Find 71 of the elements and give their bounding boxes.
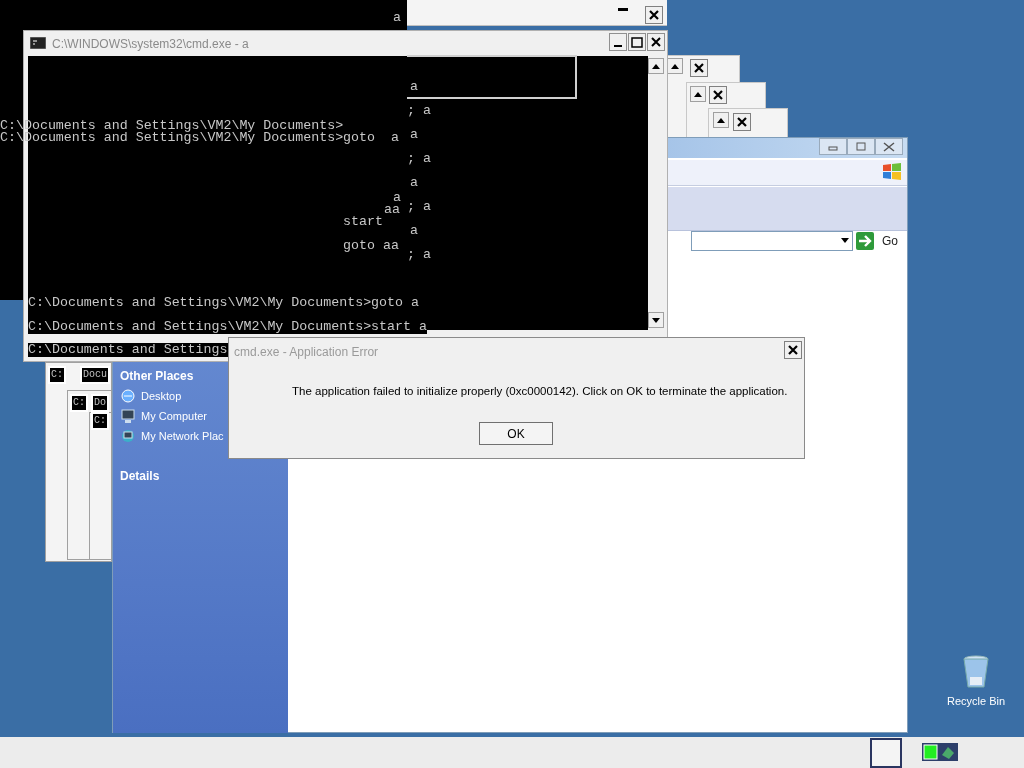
maximize-icon	[856, 142, 866, 151]
scroll-up-button[interactable]	[690, 86, 706, 102]
close-button[interactable]	[709, 86, 727, 104]
ok-button[interactable]: OK	[479, 422, 553, 445]
console-text: ; a	[407, 248, 431, 262]
section-title: Details	[120, 468, 161, 485]
address-field[interactable]	[691, 231, 853, 251]
recycle-bin-icon[interactable]	[962, 655, 990, 689]
console-title: Do	[91, 394, 109, 412]
up-arrow-icon	[694, 91, 702, 97]
console-text: a	[410, 80, 418, 94]
scroll-up-button[interactable]	[648, 58, 664, 74]
scrollbar[interactable]	[648, 56, 666, 330]
network-icon	[120, 428, 136, 444]
place-link[interactable]: Desktop	[120, 386, 224, 406]
place-link[interactable]: My Network Plac	[120, 426, 224, 446]
close-icon	[883, 141, 895, 152]
console-text: C:\Documents and Settings	[28, 343, 228, 357]
arrow-icon	[856, 232, 874, 250]
console-text: start	[343, 215, 383, 229]
icon-label: Recycle Bin	[946, 694, 1006, 709]
scroll-up-button[interactable]	[713, 112, 729, 128]
minimize-button[interactable]	[609, 33, 627, 51]
error-message: The application failed to initialize properly (0xc0000142). Click on OK to terminate the application.	[292, 384, 788, 399]
console-text: a	[393, 191, 401, 205]
console-text: a	[410, 176, 418, 190]
console-text: aa	[384, 203, 400, 217]
console-title: C:	[70, 394, 88, 412]
dropdown-arrow-icon	[841, 238, 849, 243]
minimize-icon	[614, 45, 622, 47]
scroll-down-button[interactable]	[648, 312, 664, 328]
console-text: a	[410, 224, 418, 238]
console-title: Docu	[80, 366, 110, 384]
close-button[interactable]	[733, 113, 751, 131]
windows-logo-icon	[881, 162, 903, 182]
console-icon	[30, 37, 46, 49]
tray-icons[interactable]	[922, 743, 958, 761]
console-title: C:	[48, 366, 66, 384]
computer-icon	[120, 408, 136, 424]
close-button[interactable]	[690, 59, 708, 77]
close-button[interactable]	[784, 341, 802, 359]
up-arrow-icon	[652, 63, 660, 69]
close-icon	[713, 90, 723, 100]
console-title: C:	[91, 412, 109, 430]
maximize-button[interactable]	[628, 33, 646, 51]
down-arrow-icon	[652, 317, 660, 323]
window-title: C:\WINDOWS\system32\cmd.exe - a	[52, 36, 249, 53]
console-text: a	[410, 128, 418, 142]
console-text: ; a	[407, 104, 431, 118]
console-text: C:\Documents and Settings\VM2\My Documents>start a	[28, 320, 427, 334]
up-arrow-icon	[717, 117, 725, 123]
section-title: Other Places	[120, 368, 195, 385]
console-text: ; a	[407, 200, 431, 214]
dialog-title: cmd.exe - Application Error	[234, 344, 379, 361]
go-button[interactable]: Go	[854, 230, 900, 252]
console-text: ; a	[407, 152, 431, 166]
close-button[interactable]	[647, 33, 665, 51]
close-icon	[651, 37, 661, 47]
globe-icon	[120, 388, 136, 404]
taskbar-button[interactable]	[870, 738, 902, 768]
place-link[interactable]: My Computer	[120, 406, 224, 426]
close-icon	[788, 345, 798, 355]
console-text: goto aa	[343, 239, 399, 253]
close-icon	[649, 10, 659, 20]
close-icon	[737, 117, 747, 127]
up-arrow-icon	[671, 63, 679, 69]
maximize-icon	[631, 36, 643, 48]
console-text: a	[393, 11, 401, 25]
close-button[interactable]	[645, 6, 663, 24]
close-icon	[694, 63, 704, 73]
console-text: C:\Documents and Settings\VM2\My Documents>goto a	[28, 296, 419, 310]
